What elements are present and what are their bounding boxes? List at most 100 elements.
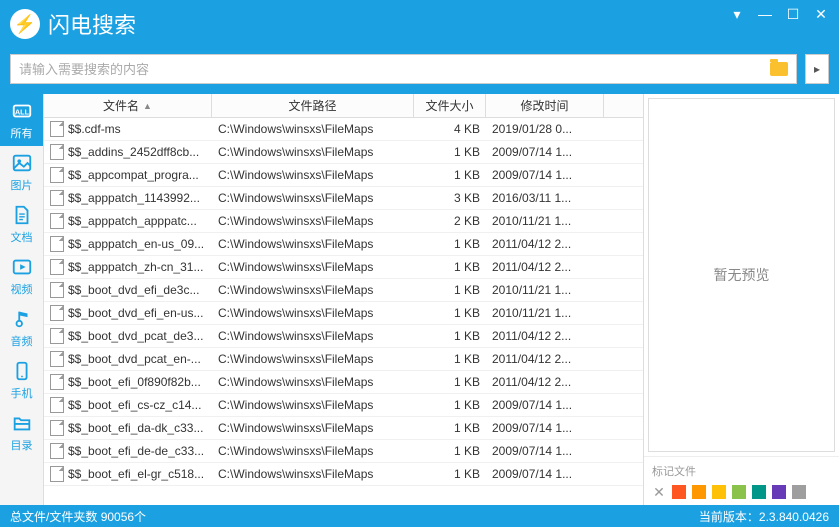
cell-name: $$_apppatch_zh-cn_31... [44,259,212,275]
table-row[interactable]: $$_appcompat_progra...C:\Windows\winsxs\… [44,164,643,187]
tag-color[interactable] [792,485,806,499]
sidebar-item-image[interactable]: 图片 [0,146,43,198]
file-icon [50,259,64,275]
video-icon [10,255,34,279]
file-icon [50,466,64,482]
cell-size: 1 KB [414,352,486,366]
cell-date: 2011/04/12 2... [486,352,604,366]
tag-color[interactable] [692,485,706,499]
column-headers: 文件名▲ 文件路径 文件大小 修改时间 [44,94,643,118]
sidebar-item-audio[interactable]: 音频 [0,302,43,354]
cell-name: $$_boot_efi_el-gr_c518... [44,466,212,482]
search-input[interactable] [19,62,764,77]
cell-path: C:\Windows\winsxs\FileMaps [212,329,414,343]
sidebar-item-video[interactable]: 视频 [0,250,43,302]
tag-clear[interactable]: ✕ [652,485,666,499]
table-row[interactable]: $$_boot_dvd_efi_en-us...C:\Windows\winsx… [44,302,643,325]
table-row[interactable]: $$_boot_efi_el-gr_c518...C:\Windows\wins… [44,463,643,486]
cell-size: 2 KB [414,214,486,228]
tag-label: 标记文件 [652,463,831,479]
tag-color[interactable] [772,485,786,499]
close-button[interactable]: ✕ [811,4,831,24]
table-row[interactable]: $$_apppatch_zh-cn_31...C:\Windows\winsxs… [44,256,643,279]
table-row[interactable]: $$_boot_dvd_pcat_de3...C:\Windows\winsxs… [44,325,643,348]
cell-path: C:\Windows\winsxs\FileMaps [212,306,414,320]
titlebar: ⚡ 闪电搜索 ▾ — ☐ ✕ [0,0,839,48]
table-row[interactable]: $$_addins_2452dff8cb...C:\Windows\winsxs… [44,141,643,164]
file-icon [50,305,64,321]
maximize-button[interactable]: ☐ [783,4,803,24]
cell-date: 2011/04/12 2... [486,260,604,274]
cell-name: $$_apppatch_apppatc... [44,213,212,229]
header-name[interactable]: 文件名▲ [44,94,212,117]
cell-date: 2019/01/28 0... [486,122,604,136]
table-row[interactable]: $$_apppatch_1143992...C:\Windows\winsxs\… [44,187,643,210]
cell-size: 1 KB [414,329,486,343]
doc-icon [10,203,34,227]
file-icon [50,443,64,459]
file-icon [50,374,64,390]
table-row[interactable]: $$_boot_efi_de-de_c33...C:\Windows\winsx… [44,440,643,463]
cell-name: $$_boot_dvd_pcat_en-... [44,351,212,367]
cell-date: 2010/11/21 1... [486,214,604,228]
cell-size: 1 KB [414,237,486,251]
table-row[interactable]: $$_boot_dvd_efi_de3c...C:\Windows\winsxs… [44,279,643,302]
sidebar-item-doc[interactable]: 文档 [0,198,43,250]
table-row[interactable]: $$.cdf-msC:\Windows\winsxs\FileMaps4 KB2… [44,118,643,141]
sidebar-item-label: 图片 [11,177,33,193]
table-row[interactable]: $$_boot_dvd_pcat_en-...C:\Windows\winsxs… [44,348,643,371]
cell-path: C:\Windows\winsxs\FileMaps [212,352,414,366]
header-date[interactable]: 修改时间 [486,94,604,117]
cell-name: $$_boot_efi_cs-cz_c14... [44,397,212,413]
cell-path: C:\Windows\winsxs\FileMaps [212,122,414,136]
table-row[interactable]: $$_apppatch_en-us_09...C:\Windows\winsxs… [44,233,643,256]
cell-path: C:\Windows\winsxs\FileMaps [212,398,414,412]
file-rows[interactable]: $$.cdf-msC:\Windows\winsxs\FileMaps4 KB2… [44,118,643,505]
sort-arrow-icon: ▲ [143,101,152,111]
tag-color[interactable] [752,485,766,499]
cell-path: C:\Windows\winsxs\FileMaps [212,214,414,228]
bolt-icon: ⚡ [14,14,36,35]
cell-size: 1 KB [414,145,486,159]
header-path[interactable]: 文件路径 [212,94,414,117]
cell-name: $$_boot_efi_de-de_c33... [44,443,212,459]
tag-colors: ✕ [652,485,831,499]
cell-size: 4 KB [414,122,486,136]
cell-size: 1 KB [414,306,486,320]
cell-name: $$.cdf-ms [44,121,212,137]
cell-path: C:\Windows\winsxs\FileMaps [212,168,414,182]
tag-color[interactable] [712,485,726,499]
file-list-area: 文件名▲ 文件路径 文件大小 修改时间 $$.cdf-msC:\Windows\… [44,94,644,505]
sidebar-item-label: 手机 [11,385,33,401]
file-icon [50,213,64,229]
header-size[interactable]: 文件大小 [414,94,486,117]
file-icon [50,190,64,206]
cell-path: C:\Windows\winsxs\FileMaps [212,375,414,389]
cell-date: 2009/07/14 1... [486,145,604,159]
search-dropdown-button[interactable]: ▸ [805,54,829,84]
table-row[interactable]: $$_boot_efi_cs-cz_c14...C:\Windows\winsx… [44,394,643,417]
search-row: ▸ [0,48,839,94]
dropdown-button[interactable]: ▾ [727,4,747,24]
file-icon [50,397,64,413]
table-row[interactable]: $$_apppatch_apppatc...C:\Windows\winsxs\… [44,210,643,233]
sidebar-item-all[interactable]: ALL所有 [0,94,43,146]
minimize-button[interactable]: — [755,4,775,24]
cell-path: C:\Windows\winsxs\FileMaps [212,421,414,435]
cell-date: 2011/04/12 2... [486,375,604,389]
cell-path: C:\Windows\winsxs\FileMaps [212,191,414,205]
sidebar-item-label: 文档 [11,229,33,245]
file-icon [50,121,64,137]
all-icon: ALL [10,99,34,123]
tag-color[interactable] [732,485,746,499]
audio-icon [10,307,34,331]
table-row[interactable]: $$_boot_efi_da-dk_c33...C:\Windows\winsx… [44,417,643,440]
folder-icon[interactable] [770,62,788,76]
sidebar-item-label: 目录 [11,437,33,453]
cell-date: 2011/04/12 2... [486,329,604,343]
table-row[interactable]: $$_boot_efi_0f890f82b...C:\Windows\winsx… [44,371,643,394]
sidebar-item-phone[interactable]: 手机 [0,354,43,406]
sidebar-item-folder[interactable]: 目录 [0,406,43,458]
tag-color[interactable] [672,485,686,499]
cell-size: 1 KB [414,260,486,274]
